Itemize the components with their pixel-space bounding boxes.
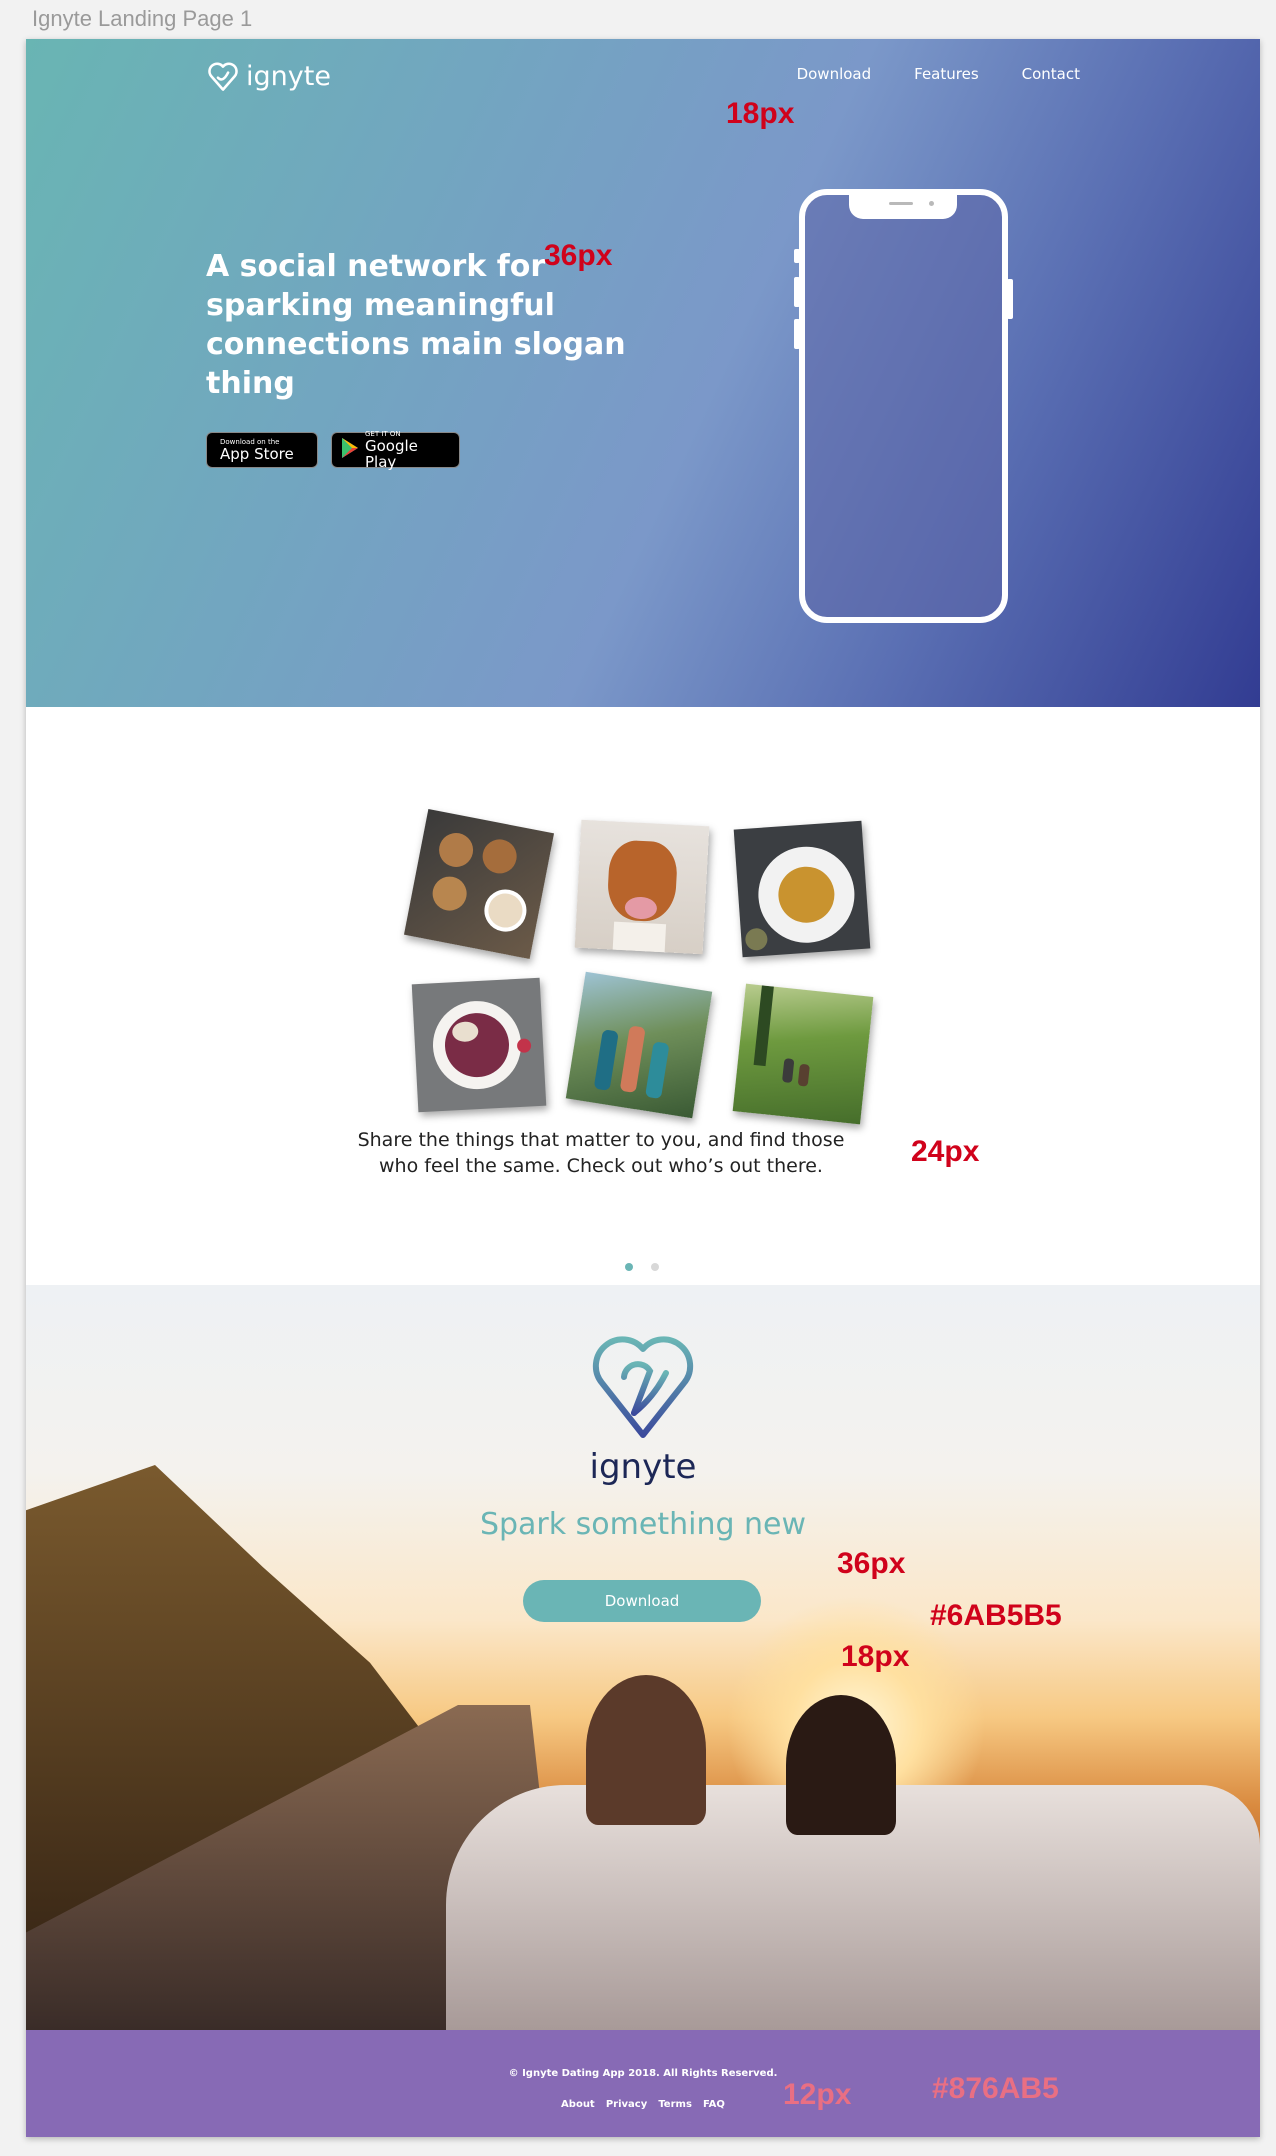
spark-tagline: Spark something new bbox=[479, 1507, 807, 1542]
cookies-coffee-photo[interactable] bbox=[403, 808, 555, 960]
passenger bbox=[786, 1695, 896, 1835]
gallery-section: Share the things that matter to you, and… bbox=[26, 707, 1260, 1285]
app-store-label: App Store bbox=[220, 445, 294, 463]
hero-section: ignyte Download Features Contact 18px A … bbox=[26, 39, 1260, 707]
footer: © Ignyte Dating App 2018. All Rights Res… bbox=[26, 2030, 1260, 2137]
dog-photo[interactable] bbox=[574, 819, 710, 955]
nav-download[interactable]: Download bbox=[797, 65, 872, 83]
hikers-photo[interactable] bbox=[565, 971, 713, 1119]
annotation-footer-hex: #876AB5 bbox=[932, 2072, 1059, 2105]
hiking-trail-photo[interactable] bbox=[732, 983, 874, 1125]
annotation-tagline-size: 36px bbox=[837, 1547, 906, 1580]
google-play-button[interactable]: GET IT ON Google Play bbox=[331, 430, 460, 471]
annotation-accent-hex: #6AB5B5 bbox=[930, 1599, 1062, 1632]
footer-link-terms[interactable]: Terms bbox=[658, 2099, 692, 2110]
nav-contact[interactable]: Contact bbox=[1022, 65, 1080, 83]
footer-links: About Privacy Terms FAQ bbox=[26, 2092, 1260, 2111]
phone-side-button bbox=[794, 277, 800, 307]
carousel-dot-1[interactable] bbox=[625, 1263, 633, 1271]
phone-mockup bbox=[799, 189, 1008, 623]
logo[interactable]: ignyte bbox=[206, 59, 331, 93]
download-button[interactable]: Download bbox=[523, 1580, 761, 1622]
footer-link-privacy[interactable]: Privacy bbox=[606, 2099, 647, 2110]
footer-link-faq[interactable]: FAQ bbox=[703, 2099, 725, 2110]
phone-notch bbox=[849, 189, 957, 219]
phone-side-button bbox=[794, 319, 800, 349]
ignyte-heart-logo-icon bbox=[592, 1336, 694, 1438]
phone-side-button bbox=[794, 249, 800, 263]
google-play-icon bbox=[340, 437, 360, 464]
nav-features[interactable]: Features bbox=[914, 65, 979, 83]
heart-logo-icon bbox=[208, 62, 238, 91]
landing-page: ignyte Download Features Contact 18px A … bbox=[26, 39, 1260, 2137]
logo-text: ignyte bbox=[246, 60, 331, 92]
phone-side-button bbox=[1007, 279, 1013, 319]
spark-brand: ignyte bbox=[589, 1447, 697, 1487]
footer-link-about[interactable]: About bbox=[561, 2099, 595, 2110]
app-store-button[interactable]: Download on the App Store bbox=[206, 432, 318, 468]
driver bbox=[586, 1675, 706, 1825]
carousel-dots bbox=[625, 1263, 659, 1271]
pasta-photo[interactable] bbox=[733, 820, 871, 958]
store-badges: Download on the App Store GET IT ON Goog… bbox=[206, 430, 460, 471]
main-nav: Download Features Contact bbox=[797, 65, 1080, 83]
annotation-footer-size: 12px bbox=[783, 2078, 852, 2111]
annotation-button-size: 18px bbox=[841, 1640, 910, 1673]
gallery-caption: Share the things that matter to you, and… bbox=[357, 1129, 845, 1177]
google-play-label: Google Play bbox=[365, 437, 418, 471]
annotation-caption-size: 24px bbox=[911, 1135, 980, 1168]
copyright: © Ignyte Dating App 2018. All Rights Res… bbox=[508, 2068, 778, 2079]
frame-title: Ignyte Landing Page 1 bbox=[32, 6, 253, 31]
spark-section: ignyte Spark something new Download 36px… bbox=[26, 1285, 1260, 2030]
acai-bowl-photo[interactable] bbox=[411, 977, 547, 1113]
carousel-dot-2[interactable] bbox=[651, 1263, 659, 1271]
annotation-nav-size: 18px bbox=[726, 97, 795, 130]
annotation-slogan-size: 36px bbox=[544, 239, 613, 272]
